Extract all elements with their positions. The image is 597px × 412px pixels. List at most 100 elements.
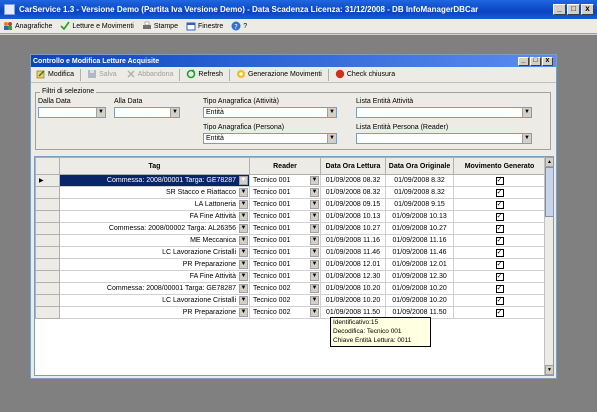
chevron-down-icon[interactable]: ▼ [310,248,319,257]
chevron-down-icon[interactable]: ▼ [310,308,319,317]
lista-persona-select[interactable]: ▼ [356,133,532,144]
reader-cell[interactable]: Tecnico 002 ▼ [249,306,321,319]
movimento-checkbox[interactable]: ✓ [495,200,504,209]
movimento-checkbox[interactable]: ✓ [495,296,504,305]
movimento-cell[interactable]: ✓ [453,246,546,259]
tipo-attivita-select[interactable]: Entità ▼ [203,107,337,118]
reader-cell[interactable]: Tecnico 001 ▼ [249,210,321,223]
table-row[interactable]: PR Preparazione ▼ Tecnico 001 ▼ 01/09/2008 1… [35,258,546,271]
data-lettura-cell[interactable]: 01/09/2008 10.27 [320,222,386,235]
data-originale-cell[interactable]: 01/09/2008 12.01 [385,258,454,271]
row-selector[interactable] [35,282,60,295]
table-row[interactable]: LC Lavorazione Cristalli ▼ Tecnico 002 ▼ 01/… [35,294,546,307]
tag-cell[interactable]: SR Stacco e Riattacco ▼ [59,186,250,199]
scroll-up-icon[interactable]: ▲ [545,157,553,167]
table-row[interactable]: PR Preparazione ▼ Tecnico 002 ▼ 01/09/2008 1… [35,306,546,319]
data-originale-cell[interactable]: 01/09/2008 11.16 [385,234,454,247]
chevron-down-icon[interactable]: ▼ [310,224,319,233]
table-row[interactable]: Commessa: 2008/00001 Targa: GE78287 ▼ Tecn… [35,282,546,295]
reader-cell[interactable]: Tecnico 001 ▼ [249,222,321,235]
tag-cell[interactable]: FA Fine Attività ▼ [59,270,250,283]
dalla-data-combo[interactable]: ▼ [38,107,106,118]
chevron-down-icon[interactable]: ▼ [239,200,248,209]
menu-stampe[interactable]: Stampe [142,21,178,31]
tag-cell[interactable]: ME Meccanica ▼ [59,234,250,247]
movimento-cell[interactable]: ✓ [453,258,546,271]
chevron-down-icon[interactable]: ▼ [310,236,319,245]
salva-button[interactable]: Salva [84,68,120,82]
chevron-down-icon[interactable]: ▼ [239,284,248,293]
table-row[interactable]: LA Lattoneria ▼ Tecnico 001 ▼ 01/09/2008 09.… [35,198,546,211]
movimento-checkbox[interactable]: ✓ [495,176,504,185]
movimento-header[interactable]: Movimento Generato [453,157,546,175]
row-selector[interactable] [35,294,60,307]
reader-header[interactable]: Reader [249,157,321,175]
tag-cell[interactable]: LC Lavorazione Cristalli ▼ [59,246,250,259]
menu-letture[interactable]: Letture e Movimenti [60,21,134,31]
data-originale-cell[interactable]: 01/09/2008 8.32 [385,174,454,187]
chevron-down-icon[interactable]: ▼ [239,176,248,185]
chevron-down-icon[interactable]: ▼ [310,176,319,185]
reader-cell[interactable]: Tecnico 001 ▼ [249,258,321,271]
row-selector[interactable] [35,246,60,259]
movimento-checkbox[interactable]: ✓ [495,248,504,257]
menu-anagrafiche[interactable]: Anagrafiche [3,21,52,31]
data-originale-cell[interactable]: 01/09/2008 9.15 [385,198,454,211]
chevron-down-icon[interactable]: ▼ [310,260,319,269]
refresh-button[interactable]: Refresh [183,68,226,82]
chevron-down-icon[interactable]: ▼ [310,188,319,197]
table-row[interactable]: SR Stacco e Riattacco ▼ Tecnico 001 ▼ 01/09/… [35,186,546,199]
data-originale-cell[interactable]: 01/09/2008 8.32 [385,186,454,199]
chevron-down-icon[interactable]: ▼ [239,236,248,245]
data-lettura-cell[interactable]: 01/09/2008 12.30 [320,270,386,283]
table-row[interactable]: ▶ Commessa: 2008/00001 Targa: GE78287 ▼ Tec… [35,174,546,187]
chevron-down-icon[interactable]: ▼ [310,284,319,293]
movimento-cell[interactable]: ✓ [453,210,546,223]
movimento-cell[interactable]: ✓ [453,270,546,283]
movimento-checkbox[interactable]: ✓ [495,236,504,245]
data-originale-header[interactable]: Data Ora Originale [385,157,454,175]
reader-cell[interactable]: Tecnico 001 ▼ [249,270,321,283]
data-lettura-header[interactable]: Data Ora Lettura [320,157,386,175]
row-selector[interactable] [35,198,60,211]
tag-cell[interactable]: FA Fine Attività ▼ [59,210,250,223]
row-selector[interactable] [35,234,60,247]
data-lettura-cell[interactable]: 01/09/2008 10.20 [320,282,386,295]
chevron-down-icon[interactable]: ▼ [239,308,248,317]
data-originale-cell[interactable]: 01/09/2008 10.27 [385,222,454,235]
movimento-cell[interactable]: ✓ [453,186,546,199]
chevron-down-icon[interactable]: ▼ [239,212,248,221]
movimento-cell[interactable]: ✓ [453,174,546,187]
data-lettura-cell[interactable]: 01/09/2008 08.32 [320,186,386,199]
chevron-down-icon[interactable]: ▼ [239,248,248,257]
data-lettura-cell[interactable]: 01/09/2008 11.46 [320,246,386,259]
data-originale-cell[interactable]: 01/09/2008 12.30 [385,270,454,283]
reader-cell[interactable]: Tecnico 001 ▼ [249,234,321,247]
row-selector[interactable] [35,258,60,271]
movimento-checkbox[interactable]: ✓ [495,308,504,317]
menu-finestre[interactable]: Finestre [186,21,223,31]
row-selector[interactable] [35,270,60,283]
tag-header[interactable]: Tag [59,157,250,175]
movimento-checkbox[interactable]: ✓ [495,272,504,281]
tag-cell[interactable]: Commessa: 2008/00002 Targa: AL26356 ▼ [59,222,250,235]
row-selector[interactable] [35,186,60,199]
movimento-cell[interactable]: ✓ [453,282,546,295]
table-row[interactable]: FA Fine Attività ▼ Tecnico 001 ▼ 01/09/2008 … [35,270,546,283]
reader-cell[interactable]: Tecnico 001 ▼ [249,174,321,187]
movimento-cell[interactable]: ✓ [453,234,546,247]
check-chiusura-button[interactable]: Check chiusura [332,68,398,82]
data-lettura-cell[interactable]: 01/09/2008 10.13 [320,210,386,223]
chevron-down-icon[interactable]: ▼ [310,200,319,209]
movimento-checkbox[interactable]: ✓ [495,260,504,269]
tag-cell[interactable]: Commessa: 2008/00001 Targa: GE78287 ▼ [59,282,250,295]
reader-cell[interactable]: Tecnico 001 ▼ [249,186,321,199]
grid-scrollbar[interactable]: ▲ ▼ [544,157,553,375]
data-originale-cell[interactable]: 01/09/2008 10.20 [385,294,454,307]
tag-cell[interactable]: Commessa: 2008/00001 Targa: GE78287 ▼ [59,174,250,187]
table-row[interactable]: ME Meccanica ▼ Tecnico 001 ▼ 01/09/2008 11.1… [35,234,546,247]
chevron-down-icon[interactable]: ▼ [239,296,248,305]
table-row[interactable]: Commessa: 2008/00002 Targa: AL26356 ▼ Tecn… [35,222,546,235]
generazione-button[interactable]: Generazione Movimenti [233,68,325,82]
scroll-down-icon[interactable]: ▼ [545,365,553,375]
